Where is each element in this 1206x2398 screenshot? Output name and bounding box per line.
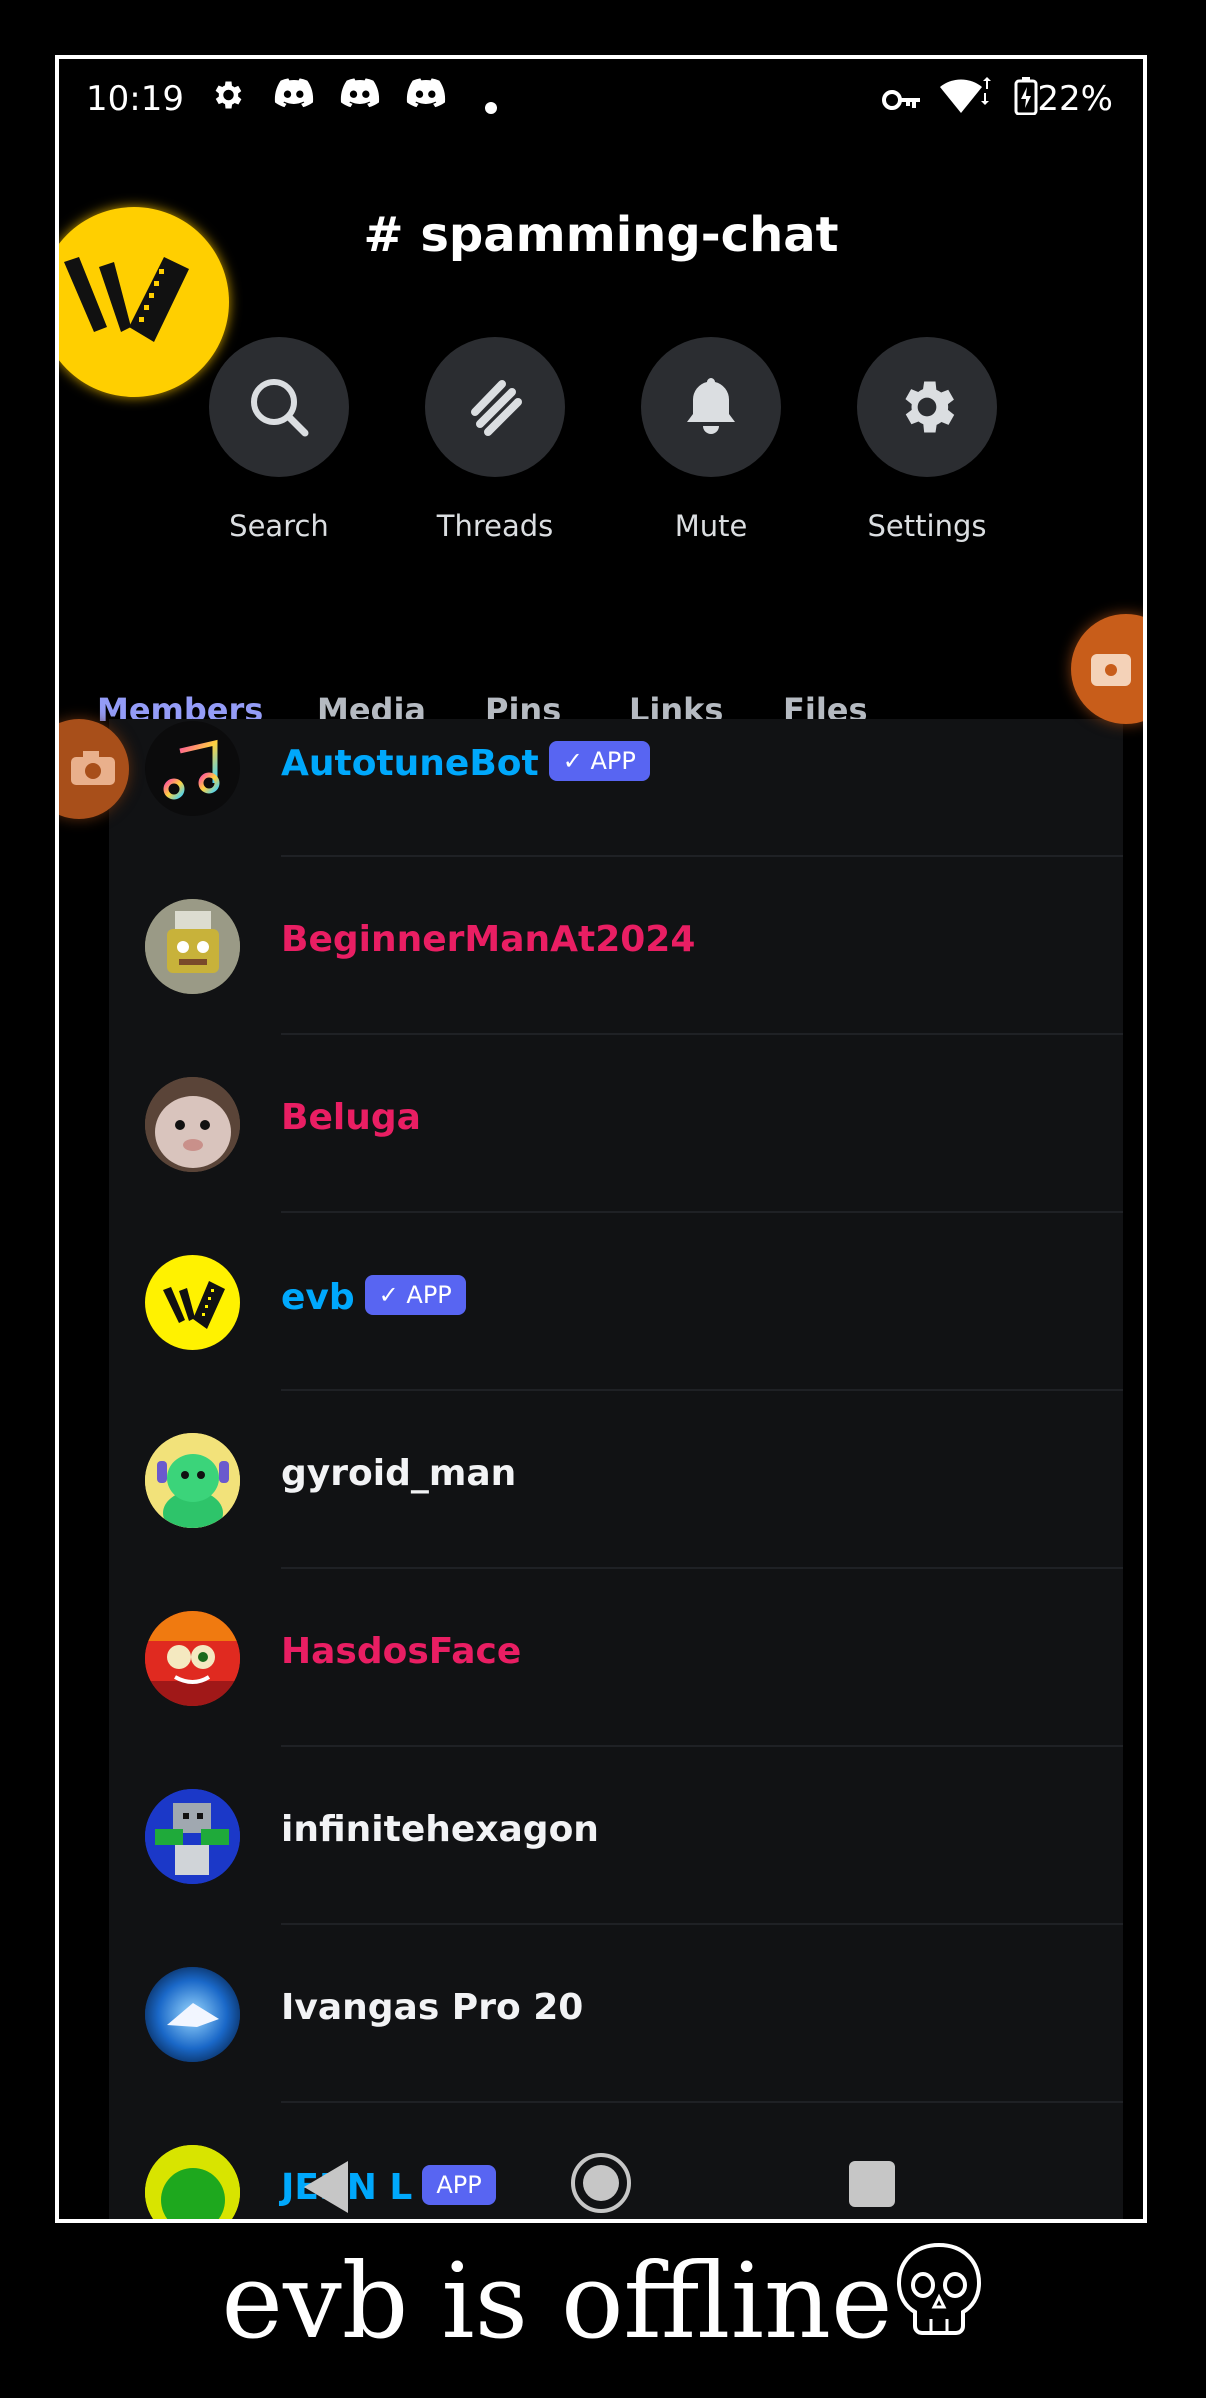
vpn-key-icon xyxy=(882,85,922,119)
evb-logo-icon xyxy=(163,1281,225,1329)
skull-icon xyxy=(896,2242,981,2335)
camera-icon xyxy=(71,751,115,785)
avatar xyxy=(145,1433,240,1528)
threads-button-circle xyxy=(425,337,565,477)
member-row[interactable]: Beluga xyxy=(109,1035,1123,1213)
avatar xyxy=(145,1255,240,1350)
discord-icon xyxy=(406,77,446,117)
member-name: Beluga xyxy=(281,1097,421,1138)
avatar-image xyxy=(145,1789,240,1884)
discord-icon xyxy=(340,77,380,117)
gear-icon xyxy=(905,381,955,433)
member-row[interactable]: infinitehexagon xyxy=(109,1747,1123,1925)
member-name: evb ✓ APP xyxy=(281,1275,466,1318)
settings-label: Settings xyxy=(867,509,987,543)
video-camera-icon xyxy=(1091,654,1131,686)
member-row[interactable]: Ivangas Pro 20 xyxy=(109,1925,1123,2103)
member-row[interactable]: BeginnerManAt2024 xyxy=(109,857,1123,1035)
member-name: infinitehexagon xyxy=(281,1809,599,1850)
settings-button-circle xyxy=(857,337,997,477)
member-name-text: AutotuneBot xyxy=(281,743,539,784)
channel-title: # spamming-chat xyxy=(363,207,839,263)
avatar xyxy=(145,1967,240,2062)
member-row[interactable]: gyroid_man xyxy=(109,1391,1123,1569)
threads-label: Threads xyxy=(436,509,554,543)
member-list[interactable]: AutotuneBot ✓ APP BeginnerManAt2024 Belug… xyxy=(109,719,1123,2219)
member-row[interactable]: HasdosFace xyxy=(109,1569,1123,1747)
gear-icon xyxy=(209,77,245,119)
status-time: 10:19 xyxy=(86,79,184,119)
battery-charging-icon xyxy=(1014,77,1038,121)
search-button-circle xyxy=(209,337,349,477)
member-name: HasdosFace xyxy=(281,1631,522,1672)
threads-icon xyxy=(471,380,522,436)
avatar-image xyxy=(145,1967,240,2062)
avatar xyxy=(145,1611,240,1706)
avatar-image xyxy=(145,899,240,994)
member-name: gyroid_man xyxy=(281,1453,517,1494)
avatar xyxy=(145,1077,240,1172)
avatar xyxy=(145,1789,240,1884)
search-label: Search xyxy=(229,509,329,543)
music-note-icon xyxy=(163,739,220,800)
threads-button[interactable]: Threads xyxy=(425,337,565,543)
member-name-text: evb xyxy=(281,1277,355,1318)
phone-screen: 10:19 22% # spamming-chat Search Threads… xyxy=(59,59,1143,2219)
avatar-image xyxy=(145,1433,240,1528)
member-name: Ivangas Pro 20 xyxy=(281,1987,584,2028)
search-icon xyxy=(251,379,309,437)
app-badge-text: APP xyxy=(406,1281,452,1309)
meme-caption: evb is offline xyxy=(0,2240,1206,2362)
avatar xyxy=(145,721,240,816)
caption-text: evb is offline xyxy=(221,2240,893,2362)
status-bar: 10:19 22% xyxy=(59,59,1143,145)
recents-button[interactable] xyxy=(849,2161,895,2207)
mute-button-circle xyxy=(641,337,781,477)
app-badge: ✓ APP xyxy=(548,741,650,781)
mute-label: Mute xyxy=(674,509,748,543)
member-name: AutotuneBot ✓ APP xyxy=(281,741,650,784)
system-nav-bar xyxy=(59,2139,1143,2219)
app-badge-text: APP xyxy=(590,747,636,775)
screenshot-frame: 10:19 22% # spamming-chat Search Threads… xyxy=(55,55,1147,2223)
battery-percent: 22% xyxy=(1037,79,1113,119)
evb-logo-icon xyxy=(64,257,189,342)
avatar-image xyxy=(145,1077,240,1172)
wifi-icon xyxy=(939,77,991,121)
back-button[interactable] xyxy=(304,2161,348,2213)
avatar-image xyxy=(145,1611,240,1706)
avatar xyxy=(145,899,240,994)
app-badge: ✓ APP xyxy=(364,1275,466,1315)
member-row[interactable]: evb ✓ APP xyxy=(109,1213,1123,1391)
settings-button[interactable]: Settings xyxy=(857,337,997,543)
member-name: BeginnerManAt2024 xyxy=(281,919,696,960)
mute-button[interactable]: Mute xyxy=(641,337,781,543)
search-button[interactable]: Search xyxy=(209,337,349,543)
member-row[interactable]: AutotuneBot ✓ APP xyxy=(109,719,1123,857)
home-button[interactable] xyxy=(571,2153,631,2213)
bell-icon xyxy=(687,378,735,434)
discord-icon xyxy=(274,77,314,117)
dot-icon xyxy=(484,87,498,121)
